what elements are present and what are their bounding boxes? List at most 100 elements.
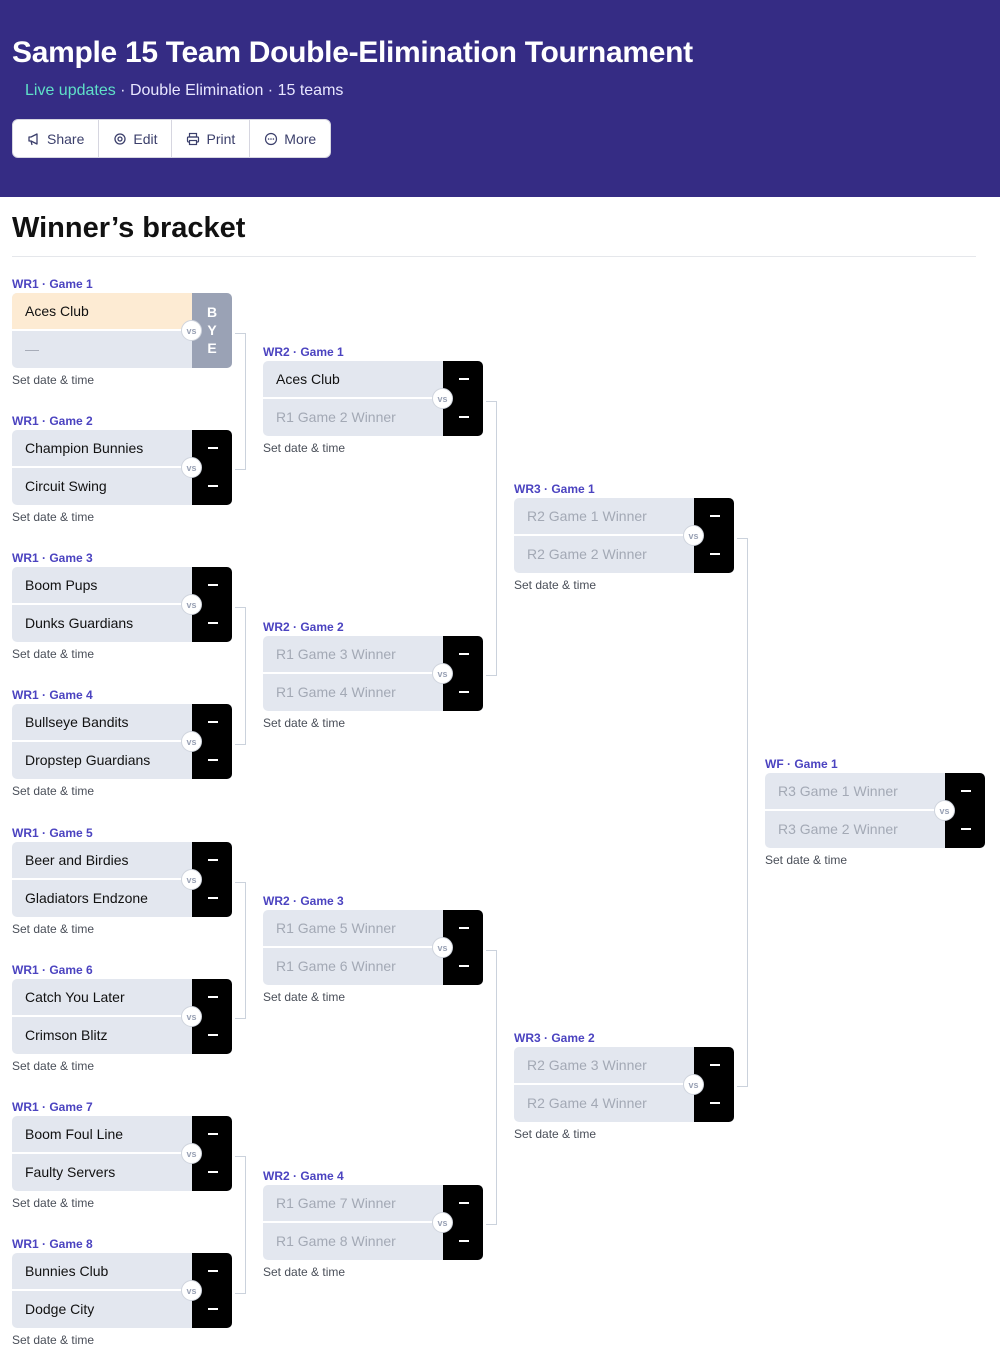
vs-badge: vs [181,457,202,478]
match-card[interactable]: Champion Bunnies Circuit Swing vs [12,430,232,505]
team-slot-bottom: R1 Game 6 Winner [276,958,396,974]
score-dash [459,416,469,418]
set-date-time-link[interactable]: Set date & time [263,1265,345,1279]
edit-label: Edit [133,130,158,147]
score-dash [710,553,720,555]
section-divider [12,256,976,257]
game-wr2-g1: WR2 · Game 1 Aces Club R1 Game 2 Winner … [263,345,483,455]
game-wf-g1: WF · Game 1 R3 Game 1 Winner R3 Game 2 W… [765,757,985,867]
team-slot-top: Aces Club [276,371,340,387]
game-wr3-g1: WR3 · Game 1 R2 Game 1 Winner R2 Game 2 … [514,482,734,592]
set-date-time-link[interactable]: Set date & time [263,441,345,455]
score-dash [459,927,469,929]
game-wr1-g5: WR1 · Game 5 Beer and Birdies Gladiators… [12,826,232,936]
team-slot-bottom: R1 Game 4 Winner [276,684,396,700]
set-date-time-link[interactable]: Set date & time [12,1059,94,1073]
bracket-connector [235,607,246,745]
team-slot-bottom: Gladiators Endzone [25,890,148,906]
game-label: WR1 · Game 1 [12,277,93,291]
score-dash [208,996,218,998]
score-dash [208,1171,218,1173]
game-label: WR3 · Game 1 [514,482,595,496]
megaphone-icon [28,132,38,145]
match-card[interactable]: Boom Foul Line Faulty Servers vs [12,1116,232,1191]
bracket-connector [486,401,497,676]
team-slot-top: Aces Club [12,293,192,329]
set-date-time-link[interactable]: Set date & time [765,853,847,867]
print-button[interactable]: Print [172,120,251,157]
score-dash [459,1202,469,1204]
page-title: Sample 15 Team Double-Elimination Tourna… [12,36,693,69]
game-label: WR2 · Game 2 [263,620,344,634]
set-date-time-link[interactable]: Set date & time [12,373,94,387]
set-date-time-link[interactable]: Set date & time [263,990,345,1004]
score-dash [208,1308,218,1310]
page-header: Sample 15 Team Double-Elimination Tourna… [0,0,1000,197]
game-label: WR1 · Game 2 [12,414,93,428]
vs-badge: vs [432,937,453,958]
bracket-connector [486,950,497,1225]
game-wr1-g6: WR1 · Game 6 Catch You Later Crimson Bli… [12,963,232,1073]
score-dash [208,485,218,487]
set-date-time-link[interactable]: Set date & time [263,716,345,730]
set-date-time-link[interactable]: Set date & time [12,647,94,661]
match-card[interactable]: R1 Game 3 Winner R1 Game 4 Winner vs [263,636,483,711]
score-dash [710,515,720,517]
vs-badge: vs [683,1074,704,1095]
tournament-meta: · Double Elimination · 15 teams [115,82,344,99]
match-card[interactable]: R3 Game 1 Winner R3 Game 2 Winner vs [765,773,985,848]
vs-badge: vs [432,1212,453,1233]
match-card[interactable]: Bunnies Club Dodge City vs [12,1253,232,1328]
share-button[interactable]: Share [13,120,100,157]
game-wr3-g2: WR3 · Game 2 R2 Game 3 Winner R2 Game 4 … [514,1031,734,1141]
share-label: Share [47,130,85,147]
team-slot-top: Catch You Later [25,989,125,1005]
team-slot-bottom: R1 Game 2 Winner [276,409,396,425]
set-date-time-link[interactable]: Set date & time [514,1127,596,1141]
team-slot-top: R1 Game 3 Winner [276,646,396,662]
match-card[interactable]: R2 Game 3 Winner R2 Game 4 Winner vs [514,1047,734,1122]
score-dash [710,1102,720,1104]
match-card[interactable]: R1 Game 7 Winner R1 Game 8 Winner vs [263,1185,483,1260]
team-slot-bottom: R3 Game 2 Winner [778,821,898,837]
set-date-time-link[interactable]: Set date & time [514,578,596,592]
match-card[interactable]: Boom Pups Dunks Guardians vs [12,567,232,642]
game-wr1-g1: WR1 · Game 1 Aces Club — B Y E vs Set da… [12,277,232,387]
set-date-time-link[interactable]: Set date & time [12,1196,94,1210]
match-card[interactable]: Catch You Later Crimson Blitz vs [12,979,232,1054]
score-dash [208,1034,218,1036]
team-slot-bottom: Dodge City [25,1301,95,1317]
match-card[interactable]: Aces Club R1 Game 2 Winner vs [263,361,483,436]
match-card[interactable]: Bullseye Bandits Dropstep Guardians vs [12,704,232,779]
more-button[interactable]: More [250,120,330,157]
edit-button[interactable]: Edit [99,120,173,157]
vs-badge: vs [181,1280,202,1301]
vs-badge: vs [181,1143,202,1164]
vs-badge: vs [181,594,202,615]
set-date-time-link[interactable]: Set date & time [12,1333,94,1347]
bracket-connector [235,1156,246,1294]
live-updates-link[interactable]: Live updates [25,82,116,99]
game-wr1-g3: WR1 · Game 3 Boom Pups Dunks Guardians v… [12,551,232,661]
score-dash [208,721,218,723]
set-date-time-link[interactable]: Set date & time [12,922,94,936]
score-dash [208,622,218,624]
match-card[interactable]: R1 Game 5 Winner R1 Game 6 Winner vs [263,910,483,985]
set-date-time-link[interactable]: Set date & time [12,784,94,798]
page-subtitle: Live updates · Double Elimination · 15 t… [25,82,343,100]
match-card[interactable]: Beer and Birdies Gladiators Endzone vs [12,842,232,917]
set-date-time-link[interactable]: Set date & time [12,510,94,524]
game-wr1-g7: WR1 · Game 7 Boom Foul Line Faulty Serve… [12,1100,232,1210]
team-slot-top: Beer and Birdies [25,852,129,868]
match-card[interactable]: Aces Club — B Y E vs [12,293,232,368]
game-wr1-g2: WR1 · Game 2 Champion Bunnies Circuit Sw… [12,414,232,524]
match-card[interactable]: R2 Game 1 Winner R2 Game 2 Winner vs [514,498,734,573]
game-wr2-g3: WR2 · Game 3 R1 Game 5 Winner R1 Game 6 … [263,894,483,1004]
game-label: WR3 · Game 2 [514,1031,595,1045]
team-slot-bottom: — [25,341,39,357]
game-label: WF · Game 1 [765,757,838,771]
vs-badge: vs [181,320,202,341]
bracket-connector [737,538,748,1087]
toolbar: Share Edit Print More [12,119,332,158]
game-label: WR1 · Game 5 [12,826,93,840]
